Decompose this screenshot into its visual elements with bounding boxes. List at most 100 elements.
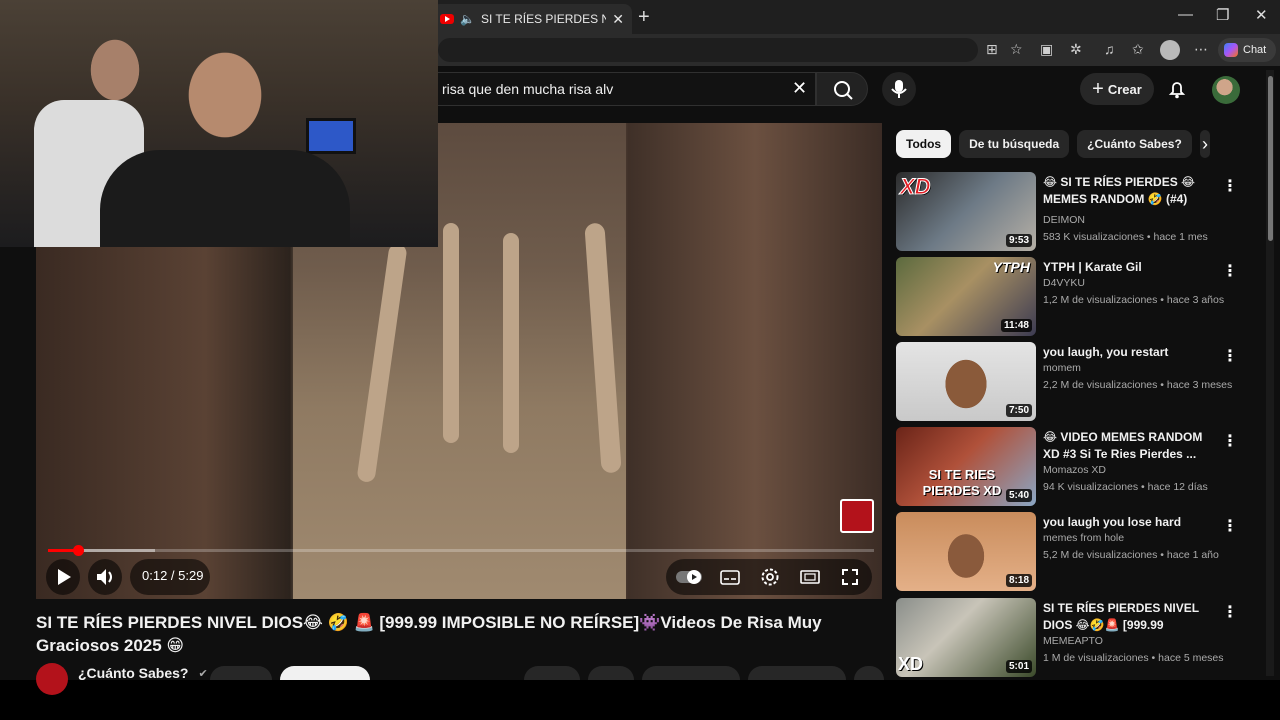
voice-search-button[interactable]	[882, 72, 916, 106]
channel-watermark[interactable]	[840, 499, 874, 533]
share-button[interactable]	[642, 666, 740, 680]
play-button[interactable]	[46, 559, 80, 595]
duration-badge: 7:50	[1005, 404, 1032, 417]
recommendation-item[interactable]: YTPH 11:48 YTPH | Karate Gil D4VYKU 1,2 …	[896, 257, 1256, 337]
recommendation-meta: 5,2 M de visualizaciones • hace 1 año	[1043, 549, 1219, 561]
address-bar[interactable]	[438, 38, 978, 62]
recommendation-title[interactable]: 😂 VIDEO MEMES RANDOM XD #3 Si Te Ries Pi…	[1043, 429, 1218, 463]
recommendation-item[interactable]: XD 5:01 SI TE RÍES PIERDES NIVEL DIOS 😂🤣…	[896, 598, 1256, 678]
volume-icon	[97, 569, 112, 585]
recommendation-channel[interactable]: momem	[1043, 362, 1081, 374]
recommendation-title[interactable]: you laugh you lose hard	[1043, 514, 1218, 531]
background-monitor	[306, 118, 356, 154]
recommendation-title[interactable]: SI TE RÍES PIERDES NIVEL DIOS 😂🤣🚨 [999.9…	[1043, 600, 1218, 634]
recommendation-channel[interactable]: Momazos XD	[1043, 464, 1106, 476]
chip-de-tu-busqueda[interactable]: De tu búsqueda	[959, 130, 1070, 158]
recommendation-channel[interactable]: memes from hole	[1043, 532, 1124, 544]
chip-todos[interactable]: Todos	[896, 130, 952, 158]
media-icon[interactable]: ♫	[1104, 41, 1115, 57]
speaker-icon[interactable]: 🔈	[460, 12, 475, 26]
person-center	[100, 150, 350, 247]
like-button[interactable]	[524, 666, 580, 680]
video-thumbnail[interactable]: YTPH 11:48	[896, 257, 1036, 336]
duration-badge: 5:40	[1005, 489, 1032, 502]
more-menu-icon[interactable]: ⋯	[1194, 41, 1208, 58]
scrubber-handle[interactable]	[73, 545, 85, 556]
apps-icon[interactable]: ⊞	[986, 41, 998, 58]
volume-button[interactable]	[88, 559, 122, 595]
recommendation-item[interactable]: SI TE RIES PIERDES XD 5:40 😂 VIDEO MEMES…	[896, 427, 1256, 507]
youtube-favicon-icon	[440, 14, 454, 24]
microphone-icon	[891, 80, 907, 98]
theater-mode-icon[interactable]	[800, 568, 820, 586]
subscribe-button[interactable]	[280, 666, 370, 680]
recommendation-meta: 583 K visualizaciones • hace 1 mes	[1043, 231, 1208, 243]
search-button[interactable]	[816, 72, 868, 106]
recommendation-title[interactable]: you laugh, you restart	[1043, 344, 1218, 361]
profile-avatar[interactable]	[1160, 40, 1180, 60]
search-icon	[834, 81, 853, 100]
join-button[interactable]	[210, 666, 272, 680]
favorite-star-icon[interactable]: ☆	[1010, 41, 1023, 58]
tab-title: SI TE RÍES PIERDES NIVEL DIOS	[480, 12, 607, 26]
more-options-icon[interactable]: ⋮	[1222, 346, 1238, 366]
settings-gear-icon[interactable]	[760, 567, 780, 587]
thumbnail-overlay-text: XD	[900, 174, 932, 200]
dislike-button[interactable]	[588, 666, 634, 680]
video-title: SI TE RÍES PIERDES NIVEL DIOS😂 🤣 🚨 [999.…	[36, 613, 822, 655]
more-options-icon[interactable]: ⋮	[1222, 261, 1238, 281]
channel-name[interactable]: ¿Cuánto Sabes?	[78, 665, 188, 681]
recommendation-channel[interactable]: DEIMON	[1043, 214, 1085, 226]
more-options-icon[interactable]: ⋮	[1222, 176, 1238, 196]
maximize-icon[interactable]: ❐	[1216, 6, 1229, 24]
progress-bar[interactable]	[48, 545, 874, 556]
video-thumbnail[interactable]: SI TE RIES PIERDES XD 5:40	[896, 427, 1036, 506]
video-thumbnail[interactable]: XD 9:53	[896, 172, 1036, 251]
recommendation-title[interactable]: YTPH | Karate Gil	[1043, 259, 1218, 276]
close-tab-icon[interactable]: ✕	[612, 11, 624, 28]
scrollbar-thumb[interactable]	[1268, 76, 1273, 241]
recommendation-channel[interactable]: D4VYKU	[1043, 277, 1085, 289]
video-thumbnail[interactable]: 8:18	[896, 512, 1036, 591]
recommendation-channel[interactable]: MEMEAPTO	[1043, 635, 1103, 647]
reading-icon[interactable]: ▣	[1040, 41, 1053, 58]
more-options-icon[interactable]: ⋮	[1222, 516, 1238, 536]
play-icon	[58, 569, 71, 585]
fullscreen-icon[interactable]	[840, 567, 860, 587]
recommendation-item[interactable]: 7:50 you laugh, you restart momem 2,2 M …	[896, 342, 1256, 422]
close-window-icon[interactable]: ✕	[1255, 6, 1268, 24]
browser-tab-active[interactable]: 🔈 SI TE RÍES PIERDES NIVEL DIOS ✕	[432, 4, 632, 34]
channel-avatar[interactable]	[36, 663, 68, 695]
recommendation-meta: 94 K visualizaciones • hace 12 días	[1043, 481, 1208, 493]
extensions-icon[interactable]: ✲	[1070, 41, 1082, 58]
clear-search-icon[interactable]: ✕	[792, 78, 807, 99]
chat-label: Chat	[1243, 44, 1267, 56]
favorites-icon[interactable]: ✩	[1132, 41, 1144, 58]
minimize-icon[interactable]: —	[1178, 6, 1193, 23]
save-button[interactable]	[748, 666, 846, 680]
new-tab-icon[interactable]: +	[638, 6, 650, 29]
recommendation-item[interactable]: XD 9:53 😂 SI TE RÍES PIERDES 😂 MEMES RAN…	[896, 172, 1256, 252]
create-button[interactable]: + Crear	[1080, 73, 1154, 105]
subtitles-icon[interactable]	[720, 568, 740, 586]
duration-badge: 5:01	[1005, 660, 1032, 673]
user-avatar[interactable]	[1212, 76, 1240, 104]
recommendation-meta: 1 M de visualizaciones • hace 5 meses	[1043, 652, 1224, 664]
recommendation-meta: 2,2 M de visualizaciones • hace 3 meses	[1043, 379, 1233, 391]
more-actions-button[interactable]	[854, 666, 884, 680]
autoplay-toggle[interactable]	[676, 568, 706, 586]
channel-row: ¿Cuánto Sabes? ✔	[36, 663, 208, 695]
copilot-chat-button[interactable]: Chat	[1218, 38, 1276, 62]
recommendation-title[interactable]: 😂 SI TE RÍES PIERDES 😂 MEMES RANDOM 🤣 (#…	[1043, 174, 1218, 208]
more-options-icon[interactable]: ⋮	[1222, 602, 1238, 622]
chevron-right-icon[interactable]: ›	[1202, 134, 1208, 155]
recommendation-meta: 1,2 M de visualizaciones • hace 3 años	[1043, 294, 1225, 306]
chip-cuanto-sabes[interactable]: ¿Cuánto Sabes?	[1077, 130, 1192, 158]
more-options-icon[interactable]: ⋮	[1222, 431, 1238, 451]
video-thumbnail[interactable]: 7:50	[896, 342, 1036, 421]
notifications-bell-icon[interactable]	[1166, 78, 1188, 100]
search-input[interactable]: risa que den mucha risa alv	[432, 72, 816, 106]
recommendation-item[interactable]: 8:18 you laugh you lose hard memes from …	[896, 512, 1256, 592]
duration-badge: 11:48	[1000, 319, 1032, 332]
video-thumbnail[interactable]: XD 5:01	[896, 598, 1036, 677]
